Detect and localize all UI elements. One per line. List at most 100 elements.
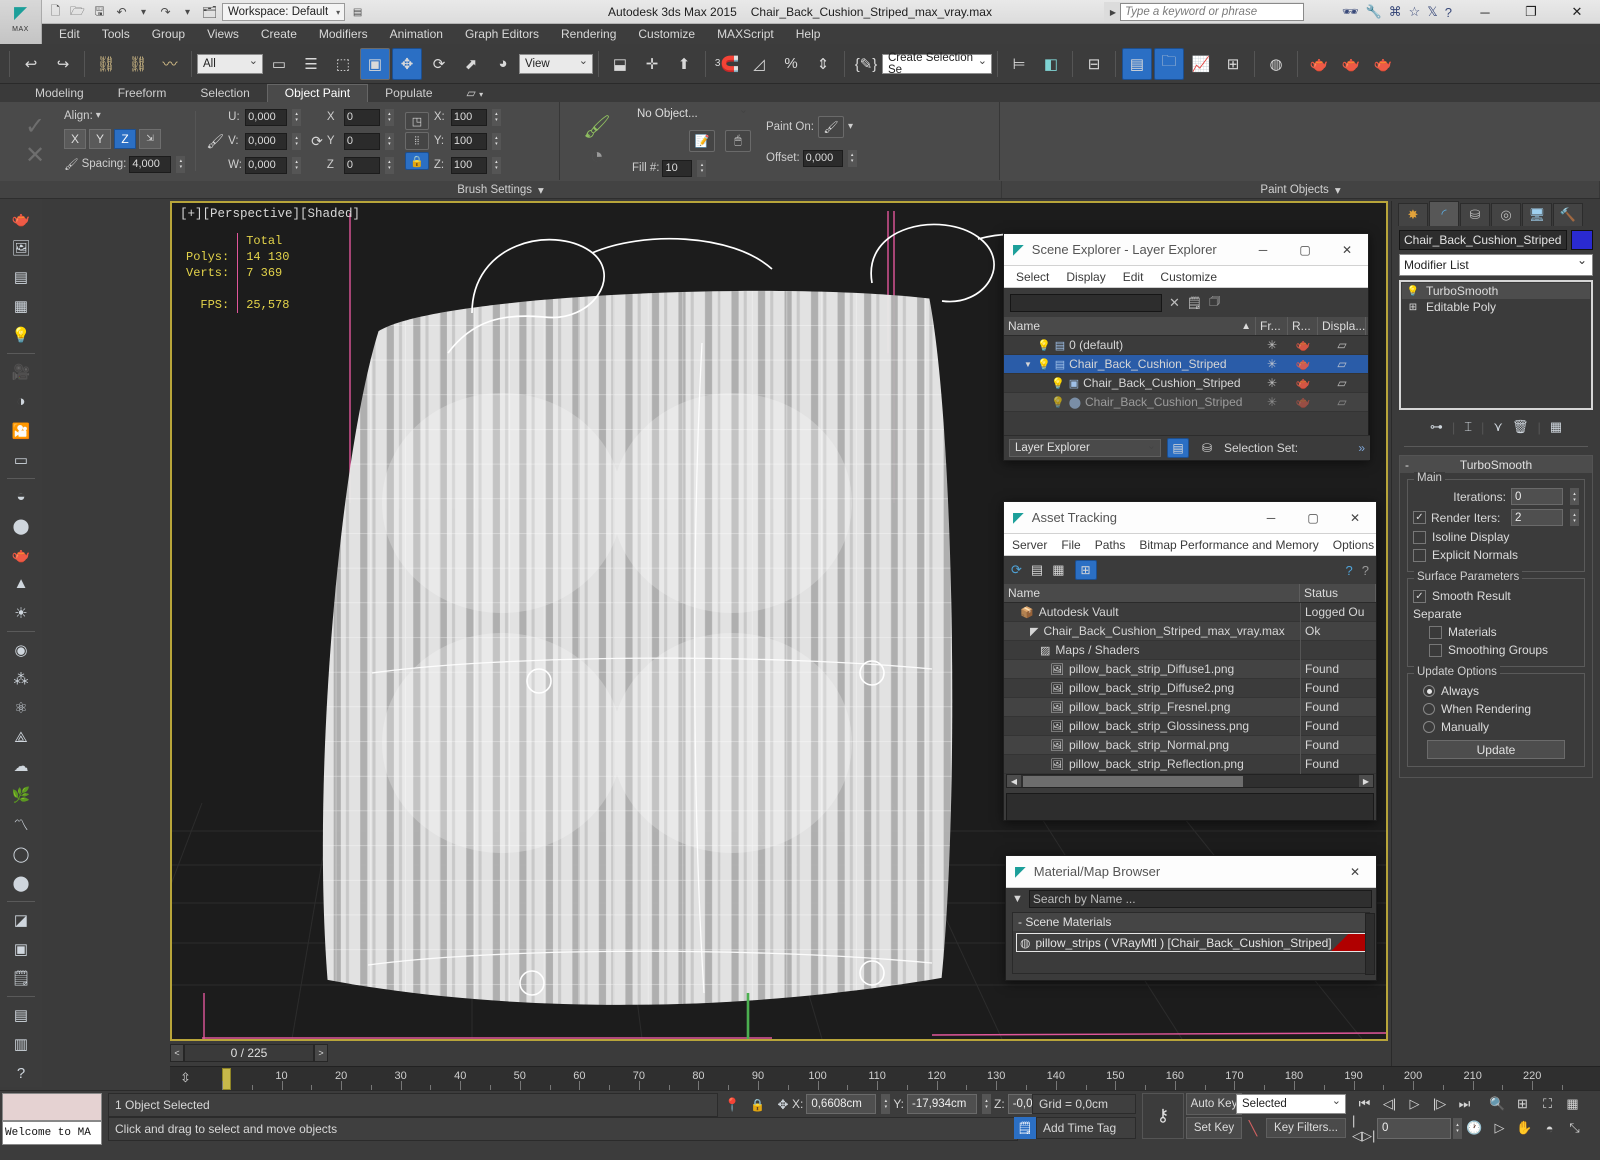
spacing-input[interactable]: 4,000: [129, 155, 172, 173]
asset-menu-paths[interactable]: Paths: [1095, 538, 1126, 552]
workspace-selector[interactable]: Workspace: Default: [222, 3, 346, 21]
separate-smoothing-groups-row[interactable]: Smoothing Groups: [1429, 643, 1579, 657]
menu-item-edit[interactable]: Edit: [48, 24, 91, 44]
object-shapes-icon[interactable]: ◔: [590, 143, 603, 169]
list-icon[interactable]: ▤: [1031, 562, 1043, 578]
key-step-icon[interactable]: |◁▷|: [1352, 1113, 1377, 1143]
align-dropdown-icon[interactable]: ▾: [96, 110, 101, 121]
render-setup-button[interactable]: 🫖: [1304, 48, 1334, 80]
cone-icon[interactable]: ▲: [5, 570, 37, 598]
asset-tracking-titlebar[interactable]: ◤ Asset Tracking ─ ▢ ✕: [1004, 502, 1376, 534]
maxscript-mini-listener-pink[interactable]: [2, 1093, 102, 1121]
select-by-name-button[interactable]: ☰: [296, 48, 326, 80]
asset-tracking-minimize-button[interactable]: ─: [1250, 502, 1292, 533]
brush-scale-input-0[interactable]: 100: [450, 108, 487, 126]
orbit-icon[interactable]: ◓: [1537, 1117, 1562, 1139]
next-frame-arrow[interactable]: >: [314, 1044, 328, 1062]
paint-objects-footer[interactable]: Paint Objects ▾: [1002, 181, 1600, 198]
render-preview-icon[interactable]: 🖼: [5, 234, 37, 262]
maximize-viewport-icon[interactable]: ⤡: [1562, 1117, 1587, 1139]
camera-icon[interactable]: 🎥: [5, 358, 37, 386]
paint-object-selector[interactable]: No Object...: [632, 103, 752, 124]
scene-explorer-row[interactable]: 💡 ▣ Chair_Back_Cushion_Striped ✳ 🫖 ▱: [1004, 374, 1368, 393]
select-and-place-button[interactable]: ◕: [488, 48, 518, 80]
rectangular-selection-region-button[interactable]: ⬚: [328, 48, 358, 80]
undo-dropdown-icon[interactable]: ▾: [134, 3, 153, 22]
column-header-name[interactable]: Name ▲: [1004, 317, 1256, 335]
rollout-collapse-icon[interactable]: -: [1405, 458, 1409, 472]
scene-explorer-row[interactable]: ▼ 💡 ▤ Chair_Back_Cushion_Striped ✳ 🫖 ▱: [1004, 355, 1368, 374]
scene-explorer-titlebar[interactable]: ◤ Scene Explorer - Layer Explorer ─ ▢ ✕: [1004, 234, 1368, 266]
skylight-icon[interactable]: ◉: [5, 636, 37, 664]
coord-x-input[interactable]: 0,6608cm: [806, 1094, 877, 1114]
sun-icon[interactable]: ☀: [5, 599, 37, 627]
brush-offset-spinner-0[interactable]: ▴ ▾: [292, 108, 302, 126]
renderable-cell[interactable]: 🫖: [1288, 336, 1318, 355]
restore-button[interactable]: ❐: [1508, 0, 1554, 24]
scale-uniform-icon[interactable]: 🔒: [404, 152, 429, 170]
percent-snap-toggle-button[interactable]: %: [776, 48, 806, 80]
material-editor-button[interactable]: ◍: [1261, 48, 1291, 80]
menu-item-modifiers[interactable]: Modifiers: [308, 24, 379, 44]
separate-materials-checkbox[interactable]: [1429, 625, 1442, 639]
brush-scale-input-2[interactable]: 100: [450, 156, 487, 174]
scene-explorer-row[interactable]: 💡 ▤ 0 (default) ✳ 🫖 ▱: [1004, 336, 1368, 355]
asset-row[interactable]: 🖼 pillow_back_strip_Fresnel.png Found: [1004, 697, 1376, 717]
render-setup-icon[interactable]: ▤: [5, 263, 37, 291]
clear-search-icon[interactable]: ✕: [1169, 295, 1180, 311]
offset-spinner[interactable]: ▴ ▾: [847, 149, 857, 167]
brush-scale-input-1[interactable]: 100: [450, 132, 487, 150]
brush-rotation-spinner-2[interactable]: ▴ ▾: [384, 156, 394, 174]
previous-frame-icon[interactable]: ◁|: [1377, 1093, 1402, 1115]
previous-frame-arrow[interactable]: <: [170, 1044, 184, 1062]
brush-rotation-input-0[interactable]: 0: [343, 108, 380, 126]
turbosmooth-rollout-header[interactable]: - TurboSmooth: [1400, 456, 1592, 473]
coord-y-input[interactable]: -17,934cm: [907, 1094, 978, 1114]
motion-tab[interactable]: ◎: [1491, 203, 1521, 226]
zoom-icon[interactable]: 🔍: [1485, 1093, 1510, 1115]
modifier-list-combo[interactable]: Modifier List: [1399, 253, 1593, 276]
renderable-cell[interactable]: 🫖: [1288, 355, 1318, 374]
bind-to-space-warp-button[interactable]: 〰: [155, 48, 185, 80]
dome-icon[interactable]: ◒: [5, 483, 37, 511]
particle-array-icon[interactable]: ⁂: [5, 665, 37, 693]
current-frame-spinner[interactable]: 0: [1377, 1117, 1451, 1139]
details-icon[interactable]: ▦: [1052, 562, 1064, 578]
sphere-light-icon[interactable]: ⬤: [5, 512, 37, 540]
maxscript-mini-listener[interactable]: Welcome to MA: [2, 1121, 102, 1145]
asset-tracking-maximize-button[interactable]: ▢: [1292, 502, 1334, 533]
add-time-tag-icon[interactable]: 🗒: [1014, 1117, 1036, 1139]
ribbon-tab-populate[interactable]: Populate: [368, 85, 449, 102]
modifier-stack[interactable]: 💡 TurboSmooth ⊞ Editable Poly: [1399, 280, 1593, 410]
align-tools-button[interactable]: ⊟: [1079, 48, 1109, 80]
redo-button[interactable]: ↪: [48, 48, 78, 80]
display-cell[interactable]: ▱: [1318, 355, 1366, 374]
go-to-end-icon[interactable]: ⏭: [1452, 1093, 1477, 1115]
blobmesh-icon[interactable]: ☁: [5, 752, 37, 780]
scroll-right-icon[interactable]: ▶: [1359, 775, 1373, 787]
scroll-thumb[interactable]: [1023, 775, 1243, 787]
brush-offset-spinner-2[interactable]: ▴ ▾: [292, 156, 302, 174]
select-and-link-button[interactable]: ⛓: [91, 48, 121, 80]
cross-icon[interactable]: ✕: [25, 141, 45, 170]
display-tab[interactable]: 🖥: [1522, 203, 1552, 226]
frozen-cell[interactable]: ✳: [1256, 374, 1288, 393]
selection-lock-icon[interactable]: 🔒: [750, 1098, 765, 1112]
modify-tab[interactable]: ◜: [1429, 201, 1459, 226]
field-of-view-icon[interactable]: ▷: [1487, 1117, 1512, 1139]
modifier-stack-item[interactable]: 💡 TurboSmooth: [1402, 283, 1590, 299]
axis-z-button[interactable]: Z: [114, 128, 136, 149]
isoline-display-row[interactable]: Isoline Display: [1413, 530, 1579, 544]
select-and-scale-button[interactable]: ⬈: [456, 48, 486, 80]
exchange-icon[interactable]: 𝕏: [1427, 4, 1437, 20]
brush-offset-input-2[interactable]: 0,000: [245, 156, 288, 174]
explorer-mode-combo[interactable]: Layer Explorer: [1009, 439, 1161, 457]
lightbulb-icon[interactable]: 💡: [1037, 358, 1051, 371]
redo-icon[interactable]: ↷: [156, 3, 175, 22]
edit-named-selection-sets-button[interactable]: {✎}: [851, 48, 881, 80]
scene-explorer-menu-select[interactable]: Select: [1016, 270, 1049, 284]
keyboard-shortcut-override-button[interactable]: ⬆: [669, 48, 699, 80]
scene-explorer-menu-display[interactable]: Display: [1066, 270, 1105, 284]
grid-icon[interactable]: ⊞: [1074, 560, 1097, 580]
isoline-display-checkbox[interactable]: [1413, 530, 1426, 544]
